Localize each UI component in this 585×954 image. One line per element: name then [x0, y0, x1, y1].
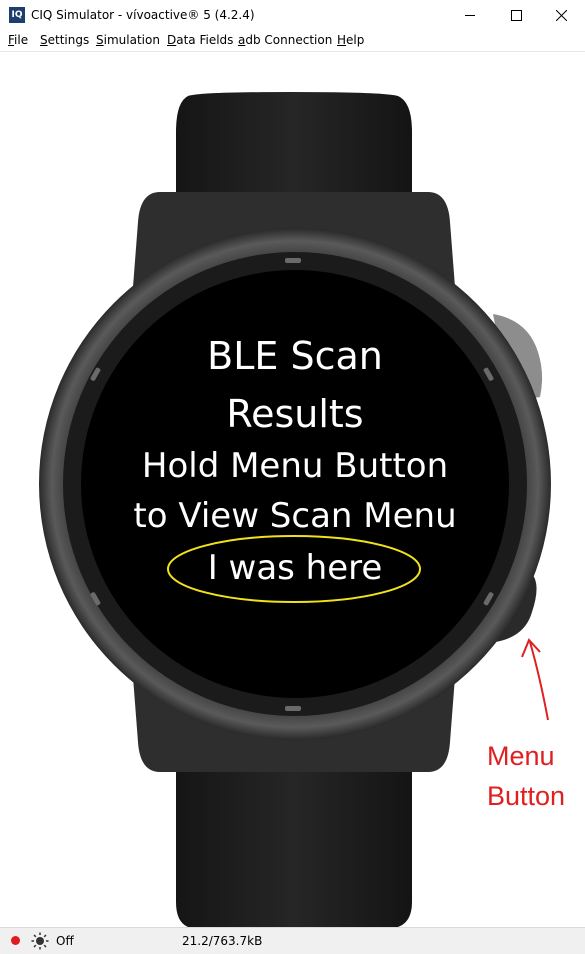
screen-text-line2: to View Scan Menu [133, 496, 457, 536]
record-dot-icon [11, 936, 20, 945]
annotation-label-line1: Menu [487, 741, 555, 771]
memory-usage: 21.2/763.7kB [182, 934, 263, 948]
status-bar: Off 21.2/763.7kB [0, 927, 585, 954]
menu-data-fields[interactable]: Data Fields [167, 33, 233, 47]
screen-title-line2: Results [226, 392, 364, 436]
minimize-button[interactable] [447, 0, 493, 31]
menu-file[interactable]: File [8, 33, 28, 47]
maximize-button[interactable] [493, 0, 539, 31]
simulator-canvas: BLE Scan Results Hold Menu Button to Vie… [0, 52, 585, 927]
menu-bar: File Settings Simulation Data Fields adb… [0, 31, 585, 52]
screen-title-line1: BLE Scan [207, 334, 383, 378]
menu-adb-connection[interactable]: adb Connection [238, 33, 332, 47]
menu-settings[interactable]: Settings [40, 33, 89, 47]
screen-text-line3: I was here [207, 548, 383, 588]
title-bar: IQ CIQ Simulator - vívoactive® 5 (4.2.4) [0, 0, 585, 31]
backlight-status: Off [56, 934, 74, 948]
annotation-label-line2: Button [487, 781, 566, 811]
menu-simulation[interactable]: Simulation [96, 33, 160, 47]
annotation-arrow-icon [521, 638, 549, 721]
window-title: CIQ Simulator - vívoactive® 5 (4.2.4) [31, 8, 255, 22]
sun-icon[interactable] [31, 932, 49, 950]
app-icon: IQ [9, 7, 25, 23]
menu-help[interactable]: Help [337, 33, 364, 47]
close-icon [556, 10, 567, 21]
close-button[interactable] [539, 0, 585, 31]
screen-text-line1: Hold Menu Button [141, 446, 449, 486]
